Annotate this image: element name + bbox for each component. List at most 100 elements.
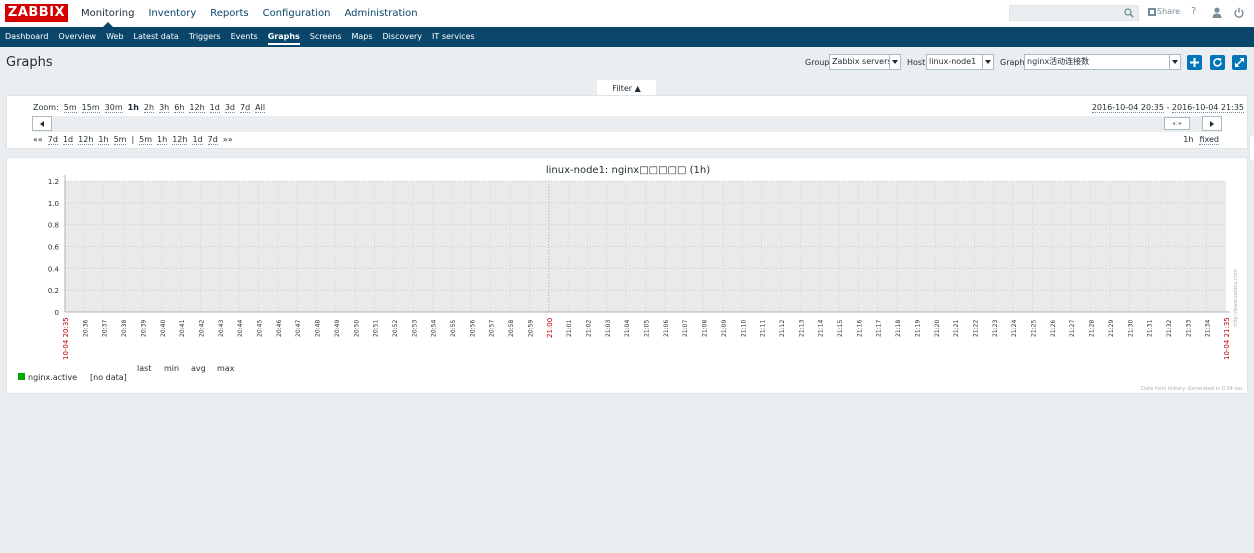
sign-out-icon[interactable] xyxy=(1234,7,1244,18)
subnav-item-events[interactable]: Events xyxy=(226,27,263,47)
x-tick-label: 21:05 xyxy=(644,320,651,337)
zoom-option-3d[interactable]: 3d xyxy=(224,103,235,113)
subnav-item-latest-data[interactable]: Latest data xyxy=(129,27,184,47)
x-tick-label: 21:26 xyxy=(1050,320,1057,337)
timeline-scrollbar[interactable]: ◂::▸ xyxy=(32,116,1222,132)
timeline-scroll-handle[interactable]: ◂::▸ xyxy=(1164,117,1190,130)
fixed-toggle-link[interactable]: fixed xyxy=(1199,135,1219,145)
scroll-left-button[interactable] xyxy=(32,116,52,131)
zoom-option-3h[interactable]: 3h xyxy=(159,103,170,113)
subnav-item-discovery[interactable]: Discovery xyxy=(378,27,428,47)
x-tick-label: 21:21 xyxy=(953,320,960,337)
subnav-item-web[interactable]: Web xyxy=(101,27,128,47)
share-icon xyxy=(1148,7,1156,16)
nav-back-12h[interactable]: 12h xyxy=(78,135,94,145)
x-tick-label: 20:59 xyxy=(527,320,534,337)
x-tick-label: 21:22 xyxy=(972,320,979,337)
subnav-item-maps[interactable]: Maps xyxy=(346,27,377,47)
topnav-item-inventory[interactable]: Inventory xyxy=(141,0,203,27)
group-label: Group xyxy=(805,58,830,67)
user-profile-icon[interactable] xyxy=(1212,7,1222,18)
x-tick-label: 20:56 xyxy=(469,320,476,337)
add-to-favourites-button[interactable] xyxy=(1187,55,1202,70)
legend-header-min: min xyxy=(164,364,179,373)
nav-back-1d[interactable]: 1d xyxy=(62,135,74,145)
topnav-item-administration[interactable]: Administration xyxy=(337,0,424,27)
x-tick-label: 20:55 xyxy=(450,320,457,337)
x-tick-label: 20:45 xyxy=(257,320,264,337)
filter-toggle-tab[interactable]: Filter ▲ xyxy=(597,80,656,96)
nav-forward-7d[interactable]: 7d xyxy=(207,135,218,145)
host-select[interactable]: linux-node1 xyxy=(926,54,994,70)
legend-item-name: nginx.active xyxy=(28,373,77,382)
x-tick-label: 21:16 xyxy=(856,320,863,337)
x-tick-label: 20:48 xyxy=(315,320,322,337)
zoom-option-5m[interactable]: 5m xyxy=(63,103,77,113)
nav-forward-12h[interactable]: 12h xyxy=(172,135,188,145)
nav-separator: | xyxy=(131,135,135,144)
subnav-item-screens[interactable]: Screens xyxy=(305,27,347,47)
refresh-button[interactable] xyxy=(1210,55,1225,70)
nav-back-arrows: «« xyxy=(33,135,43,144)
subnav-item-dashboard[interactable]: Dashboard xyxy=(0,27,53,47)
subnav-item-triggers[interactable]: Triggers xyxy=(184,27,226,47)
graph-select[interactable]: nginx活动连接数 xyxy=(1024,54,1181,70)
side-panel-tab[interactable] xyxy=(1249,133,1254,163)
group-select[interactable]: Zabbix servers xyxy=(829,54,901,70)
zoom-option-12h[interactable]: 12h xyxy=(189,103,205,113)
topnav-item-monitoring[interactable]: Monitoring xyxy=(74,0,141,27)
x-tick-label: 21:31 xyxy=(1147,320,1154,337)
x-mid-label: 21:00 xyxy=(546,318,554,338)
nav-forward-1d[interactable]: 1d xyxy=(192,135,203,145)
share-button[interactable]: Share xyxy=(1148,7,1180,16)
subnav-item-overview[interactable]: Overview xyxy=(53,27,101,47)
search-icon[interactable] xyxy=(1124,8,1134,18)
zoom-option-6h[interactable]: 6h xyxy=(174,103,185,113)
x-tick-label: 21:34 xyxy=(1205,320,1212,337)
help-icon[interactable]: ? xyxy=(1191,6,1196,17)
y-tick-label: 1.2 xyxy=(48,178,59,186)
y-tick-label: 1.0 xyxy=(48,200,59,208)
topnav-item-configuration[interactable]: Configuration xyxy=(256,0,338,27)
x-tick-label: 21:02 xyxy=(585,320,592,337)
nav-forward-1h[interactable]: 1h xyxy=(157,135,168,145)
chevron-down-icon xyxy=(1169,55,1180,69)
x-tick-label: 20:52 xyxy=(392,320,399,337)
x-tick-label: 20:53 xyxy=(411,320,418,337)
search-input[interactable] xyxy=(1009,5,1139,21)
x-tick-label: 20:36 xyxy=(82,320,89,337)
x-tick-label: 21:28 xyxy=(1089,320,1096,337)
x-tick-label: 21:11 xyxy=(760,320,767,337)
refresh-icon xyxy=(1213,58,1222,67)
nav-back-7d[interactable]: 7d xyxy=(47,135,58,145)
subnav-item-graphs[interactable]: Graphs xyxy=(263,27,305,47)
zoom-option-15m[interactable]: 15m xyxy=(81,103,100,113)
legend-item-value: [no data] xyxy=(90,373,127,382)
zoom-option-7d[interactable]: 7d xyxy=(240,103,251,113)
x-tick-label: 20:40 xyxy=(160,320,167,337)
zabbix-logo[interactable]: ZABBIX xyxy=(5,4,68,22)
subnav-item-it-services[interactable]: IT services xyxy=(427,27,480,47)
chevron-down-icon xyxy=(889,55,900,69)
zoom-option-1d[interactable]: 1d xyxy=(209,103,220,113)
scroll-right-button[interactable] xyxy=(1202,116,1222,131)
x-tick-label: 21:14 xyxy=(818,320,825,337)
zoom-option-all[interactable]: All xyxy=(255,103,266,113)
range-end-link[interactable]: 2016-10-04 21:35 xyxy=(1171,103,1244,113)
legend-header-avg: avg xyxy=(191,364,206,373)
nav-back-5m[interactable]: 5m xyxy=(113,135,127,145)
fullscreen-button[interactable] xyxy=(1232,55,1247,70)
topnav-item-reports[interactable]: Reports xyxy=(203,0,255,27)
x-tick-label: 20:37 xyxy=(102,320,109,337)
zoom-label: Zoom: xyxy=(33,103,59,112)
zoom-option-1h[interactable]: 1h xyxy=(128,103,139,113)
nav-forward-5m[interactable]: 5m xyxy=(139,135,153,145)
zoom-option-30m[interactable]: 30m xyxy=(104,103,123,113)
nav-back-1h[interactable]: 1h xyxy=(98,135,109,145)
x-tick-label: 20:50 xyxy=(353,320,360,337)
zoom-option-2h[interactable]: 2h xyxy=(143,103,155,113)
range-start-link[interactable]: 2016-10-04 20:35 xyxy=(1091,103,1164,113)
x-tick-label: 20:54 xyxy=(431,320,438,337)
x-tick-label: 20:51 xyxy=(373,320,380,337)
page-title: Graphs xyxy=(6,55,53,70)
